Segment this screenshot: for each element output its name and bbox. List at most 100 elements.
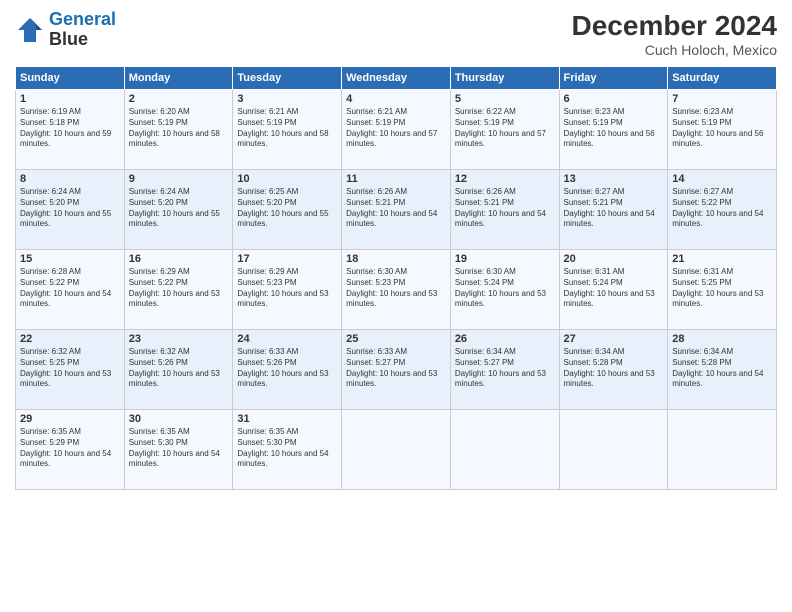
day-number: 31 xyxy=(237,413,337,425)
table-row: 29 Sunrise: 6:35 AM Sunset: 5:29 PM Dayli… xyxy=(16,410,125,490)
day-number: 29 xyxy=(20,413,120,425)
day-number: 26 xyxy=(455,333,555,345)
table-row: 14 Sunrise: 6:27 AM Sunset: 5:22 PM Dayli… xyxy=(668,170,777,250)
table-row: 13 Sunrise: 6:27 AM Sunset: 5:21 PM Dayli… xyxy=(559,170,668,250)
logo-line1: General xyxy=(49,9,116,29)
day-number: 25 xyxy=(346,333,446,345)
table-row: 1 Sunrise: 6:19 AM Sunset: 5:18 PM Daylig… xyxy=(16,90,125,170)
table-row: 12 Sunrise: 6:26 AM Sunset: 5:21 PM Dayli… xyxy=(450,170,559,250)
table-row: 21 Sunrise: 6:31 AM Sunset: 5:25 PM Dayli… xyxy=(668,250,777,330)
day-number: 28 xyxy=(672,333,772,345)
day-info: Sunrise: 6:19 AM Sunset: 5:18 PM Dayligh… xyxy=(20,107,120,150)
day-info: Sunrise: 6:30 AM Sunset: 5:24 PM Dayligh… xyxy=(455,267,555,310)
table-row: 19 Sunrise: 6:30 AM Sunset: 5:24 PM Dayli… xyxy=(450,250,559,330)
day-info: Sunrise: 6:20 AM Sunset: 5:19 PM Dayligh… xyxy=(129,107,229,150)
table-row: 30 Sunrise: 6:35 AM Sunset: 5:30 PM Dayli… xyxy=(124,410,233,490)
table-row: 2 Sunrise: 6:20 AM Sunset: 5:19 PM Daylig… xyxy=(124,90,233,170)
day-number: 4 xyxy=(346,93,446,105)
day-info: Sunrise: 6:25 AM Sunset: 5:20 PM Dayligh… xyxy=(237,187,337,230)
col-thursday: Thursday xyxy=(450,67,559,90)
day-info: Sunrise: 6:31 AM Sunset: 5:24 PM Dayligh… xyxy=(564,267,664,310)
day-number: 24 xyxy=(237,333,337,345)
day-number: 30 xyxy=(129,413,229,425)
table-row: 16Sunrise: 6:29 AM Sunset: 5:22 PM Dayli… xyxy=(124,250,233,330)
calendar-table: Sunday Monday Tuesday Wednesday Thursday… xyxy=(15,66,777,490)
day-number: 21 xyxy=(672,253,772,265)
day-number: 27 xyxy=(564,333,664,345)
table-row xyxy=(668,410,777,490)
day-info: Sunrise: 6:23 AM Sunset: 5:19 PM Dayligh… xyxy=(672,107,772,150)
day-info: Sunrise: 6:24 AM Sunset: 5:20 PM Dayligh… xyxy=(129,187,229,230)
day-number: 18 xyxy=(346,253,446,265)
table-row: 24 Sunrise: 6:33 AM Sunset: 5:26 PM Dayli… xyxy=(233,330,342,410)
subtitle: Cuch Holoch, Mexico xyxy=(572,42,777,58)
day-info: Sunrise: 6:24 AM Sunset: 5:20 PM Dayligh… xyxy=(20,187,120,230)
day-info: Sunrise: 6:33 AM Sunset: 5:26 PM Dayligh… xyxy=(237,347,337,390)
main-title: December 2024 xyxy=(572,10,777,42)
day-info: Sunrise: 6:34 AM Sunset: 5:27 PM Dayligh… xyxy=(455,347,555,390)
day-number: 1 xyxy=(20,93,120,105)
day-info: Sunrise: 6:29 AM Sunset: 5:23 PM Dayligh… xyxy=(237,267,337,310)
logo: General Blue xyxy=(15,10,116,50)
day-info: Sunrise: 6:35 AM Sunset: 5:29 PM Dayligh… xyxy=(20,427,120,470)
logo-icon xyxy=(15,15,45,45)
logo-line2: Blue xyxy=(49,30,116,50)
day-number: 2 xyxy=(129,93,229,105)
header: General Blue December 2024 Cuch Holoch, … xyxy=(15,10,777,58)
day-number: 13 xyxy=(564,173,664,185)
day-info: Sunrise: 6:31 AM Sunset: 5:25 PM Dayligh… xyxy=(672,267,772,310)
day-info: Sunrise: 6:34 AM Sunset: 5:28 PM Dayligh… xyxy=(564,347,664,390)
table-row: 26 Sunrise: 6:34 AM Sunset: 5:27 PM Dayli… xyxy=(450,330,559,410)
day-number: 8 xyxy=(20,173,120,185)
day-info: Sunrise: 6:22 AM Sunset: 5:19 PM Dayligh… xyxy=(455,107,555,150)
table-row: 23Sunrise: 6:32 AM Sunset: 5:26 PM Dayli… xyxy=(124,330,233,410)
col-tuesday: Tuesday xyxy=(233,67,342,90)
day-info: Sunrise: 6:27 AM Sunset: 5:22 PM Dayligh… xyxy=(672,187,772,230)
table-row: 3 Sunrise: 6:21 AM Sunset: 5:19 PM Daylig… xyxy=(233,90,342,170)
table-row: 27 Sunrise: 6:34 AM Sunset: 5:28 PM Dayli… xyxy=(559,330,668,410)
day-number: 6 xyxy=(564,93,664,105)
day-number: 14 xyxy=(672,173,772,185)
table-row: 17 Sunrise: 6:29 AM Sunset: 5:23 PM Dayli… xyxy=(233,250,342,330)
col-friday: Friday xyxy=(559,67,668,90)
table-row: 31Sunrise: 6:35 AM Sunset: 5:30 PM Dayli… xyxy=(233,410,342,490)
calendar-week-row: 22Sunrise: 6:32 AM Sunset: 5:25 PM Dayli… xyxy=(16,330,777,410)
table-row: 28Sunrise: 6:34 AM Sunset: 5:28 PM Dayli… xyxy=(668,330,777,410)
table-row: 7Sunrise: 6:23 AM Sunset: 5:19 PM Daylig… xyxy=(668,90,777,170)
calendar-week-row: 8 Sunrise: 6:24 AM Sunset: 5:20 PM Daylig… xyxy=(16,170,777,250)
calendar-header-row: Sunday Monday Tuesday Wednesday Thursday… xyxy=(16,67,777,90)
day-info: Sunrise: 6:35 AM Sunset: 5:30 PM Dayligh… xyxy=(129,427,229,470)
logo-text: General Blue xyxy=(49,10,116,50)
day-info: Sunrise: 6:29 AM Sunset: 5:22 PM Dayligh… xyxy=(129,267,229,310)
table-row: 20Sunrise: 6:31 AM Sunset: 5:24 PM Dayli… xyxy=(559,250,668,330)
day-info: Sunrise: 6:26 AM Sunset: 5:21 PM Dayligh… xyxy=(346,187,446,230)
day-info: Sunrise: 6:27 AM Sunset: 5:21 PM Dayligh… xyxy=(564,187,664,230)
day-info: Sunrise: 6:33 AM Sunset: 5:27 PM Dayligh… xyxy=(346,347,446,390)
col-saturday: Saturday xyxy=(668,67,777,90)
day-number: 22 xyxy=(20,333,120,345)
day-number: 12 xyxy=(455,173,555,185)
day-number: 10 xyxy=(237,173,337,185)
calendar-week-row: 1 Sunrise: 6:19 AM Sunset: 5:18 PM Daylig… xyxy=(16,90,777,170)
day-number: 3 xyxy=(237,93,337,105)
calendar-week-row: 29 Sunrise: 6:35 AM Sunset: 5:29 PM Dayli… xyxy=(16,410,777,490)
table-row: 22Sunrise: 6:32 AM Sunset: 5:25 PM Dayli… xyxy=(16,330,125,410)
col-wednesday: Wednesday xyxy=(342,67,451,90)
table-row: 18 Sunrise: 6:30 AM Sunset: 5:23 PM Dayli… xyxy=(342,250,451,330)
day-info: Sunrise: 6:32 AM Sunset: 5:26 PM Dayligh… xyxy=(129,347,229,390)
day-info: Sunrise: 6:26 AM Sunset: 5:21 PM Dayligh… xyxy=(455,187,555,230)
day-info: Sunrise: 6:28 AM Sunset: 5:22 PM Dayligh… xyxy=(20,267,120,310)
table-row: 15Sunrise: 6:28 AM Sunset: 5:22 PM Dayli… xyxy=(16,250,125,330)
day-info: Sunrise: 6:21 AM Sunset: 5:19 PM Dayligh… xyxy=(237,107,337,150)
day-number: 19 xyxy=(455,253,555,265)
title-block: December 2024 Cuch Holoch, Mexico xyxy=(572,10,777,58)
table-row xyxy=(450,410,559,490)
page: General Blue December 2024 Cuch Holoch, … xyxy=(0,0,792,612)
day-number: 17 xyxy=(237,253,337,265)
day-info: Sunrise: 6:30 AM Sunset: 5:23 PM Dayligh… xyxy=(346,267,446,310)
table-row: 9Sunrise: 6:24 AM Sunset: 5:20 PM Daylig… xyxy=(124,170,233,250)
calendar-week-row: 15Sunrise: 6:28 AM Sunset: 5:22 PM Dayli… xyxy=(16,250,777,330)
table-row xyxy=(559,410,668,490)
table-row: 11Sunrise: 6:26 AM Sunset: 5:21 PM Dayli… xyxy=(342,170,451,250)
table-row: 25 Sunrise: 6:33 AM Sunset: 5:27 PM Dayli… xyxy=(342,330,451,410)
